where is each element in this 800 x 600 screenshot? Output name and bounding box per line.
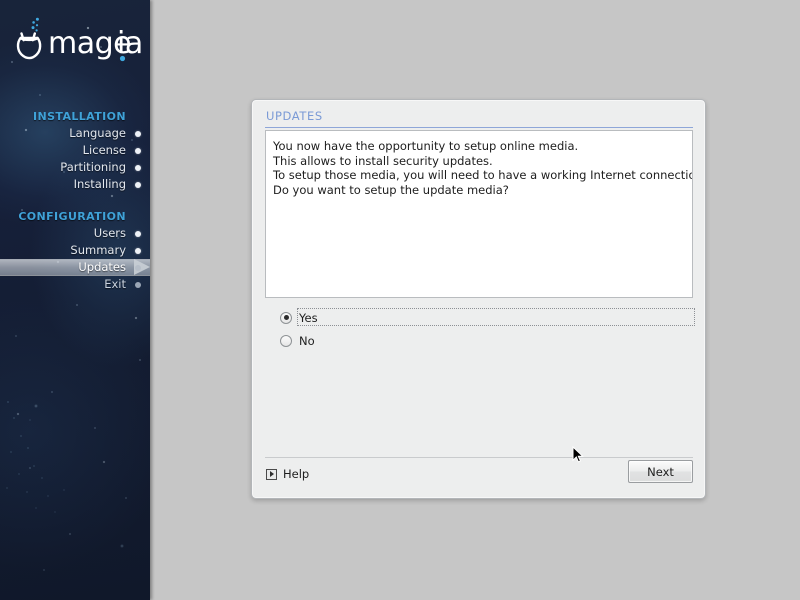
nav-section-installation: INSTALLATION	[32, 110, 126, 123]
starfield-layer-2	[0, 0, 150, 600]
update-media-radio-group: Yes No	[280, 306, 695, 352]
mageia-logo: mage ia	[14, 16, 150, 66]
starfield-layer-1	[0, 0, 150, 600]
installer-sidebar: mage ia INSTALLATION Language License Pa…	[0, 0, 150, 600]
help-button[interactable]: Help	[266, 465, 309, 483]
step-bullet-icon	[135, 231, 141, 237]
sidebar-item-label: Summary	[70, 243, 126, 257]
cauldron-icon	[16, 17, 42, 60]
sidebar-item-label: Exit	[104, 277, 126, 291]
sidebar-item-partitioning[interactable]: Partitioning	[0, 159, 150, 176]
step-bullet-icon	[135, 265, 141, 271]
message-line: You now have the opportunity to setup on…	[273, 139, 579, 153]
next-button[interactable]: Next	[628, 460, 693, 483]
desktop-background: mage ia INSTALLATION Language License Pa…	[0, 0, 800, 600]
radio-label: No	[299, 333, 315, 348]
sidebar-item-label: Installing	[73, 177, 126, 191]
help-label: Help	[283, 467, 310, 481]
sidebar-item-label: Partitioning	[60, 160, 126, 174]
step-bullet-icon	[135, 248, 141, 254]
sidebar-item-exit[interactable]: Exit	[0, 276, 150, 293]
message-line: Do you want to setup the update media?	[273, 182, 509, 197]
sidebar-item-license[interactable]: License	[0, 142, 150, 159]
nav-section-configuration: CONFIGURATION	[18, 210, 126, 223]
radio-option-no[interactable]: No	[280, 329, 695, 352]
radio-unselected-icon	[280, 334, 292, 347]
step-bullet-icon	[135, 148, 141, 154]
message-line: This allows to install security updates.	[273, 153, 493, 168]
updates-dialog: UPDATES You now have the opportunity to …	[251, 99, 706, 499]
sidebar-item-label: Users	[93, 226, 126, 240]
sidebar-item-installing[interactable]: Installing	[0, 176, 150, 193]
message-panel: You now have the opportunity to setup on…	[265, 130, 693, 298]
installer-steps-nav: INSTALLATION Language License Partitioni…	[0, 108, 150, 293]
next-button-label: Next	[647, 464, 674, 479]
mageia-wordmark: mage ia	[48, 26, 143, 62]
sidebar-item-users[interactable]: Users	[0, 225, 150, 242]
play-square-icon	[266, 468, 277, 480]
sidebar-item-label: Updates	[78, 260, 126, 274]
starfield-layer-3	[0, 0, 150, 600]
radio-option-yes[interactable]: Yes	[280, 306, 695, 329]
step-bullet-icon	[135, 282, 141, 288]
focus-outline	[297, 308, 695, 326]
sidebar-item-language[interactable]: Language	[0, 125, 150, 142]
footer-divider	[265, 457, 693, 458]
step-bullet-icon	[135, 165, 141, 171]
radio-selected-icon	[280, 311, 292, 324]
sidebar-item-updates[interactable]: Updates	[0, 259, 150, 276]
active-step-highlight	[0, 259, 150, 276]
sidebar-item-summary[interactable]: Summary	[0, 242, 150, 259]
step-bullet-icon	[135, 131, 141, 137]
sidebar-item-label: Language	[69, 126, 126, 140]
sidebar-item-label: License	[82, 143, 126, 157]
message-line: To setup those media, you will need to h…	[273, 168, 693, 182]
step-bullet-icon	[135, 182, 141, 188]
dialog-title: UPDATES	[266, 109, 323, 123]
title-divider	[265, 127, 693, 128]
svg-text:ia: ia	[117, 26, 143, 61]
